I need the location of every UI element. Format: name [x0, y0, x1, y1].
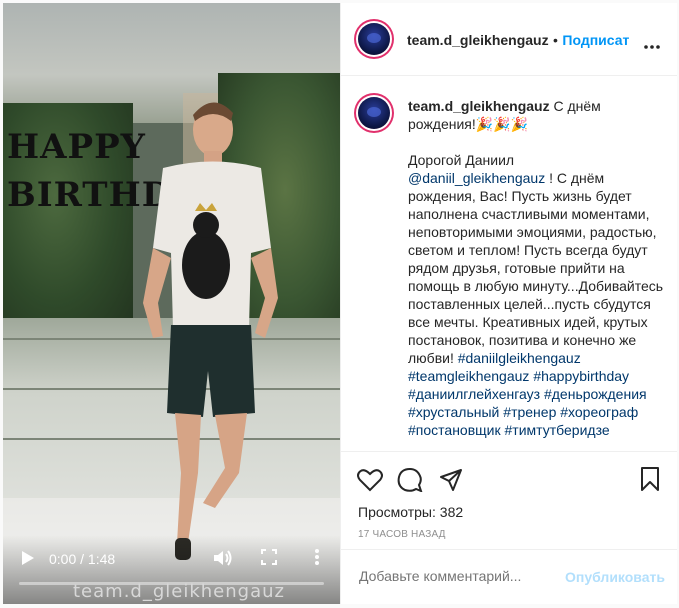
post-timestamp[interactable]: 17 ЧАСОВ НАЗАД: [358, 529, 446, 540]
hashtag-link[interactable]: #деньрождения: [544, 386, 647, 402]
actions-bar: Просмотры: 382 17 ЧАСОВ НАЗАД: [341, 451, 677, 540]
play-icon[interactable]: [21, 550, 35, 569]
hashtag-link[interactable]: #постановщик: [408, 422, 501, 438]
hashtag-link[interactable]: #хореограф: [560, 404, 638, 420]
caption-username[interactable]: team.d_gleikhengauz: [408, 98, 550, 114]
hashtag-link[interactable]: #daniilgleikhengauz: [458, 350, 581, 366]
comment-input[interactable]: [357, 567, 551, 585]
post-panel: team.d_gleikhengauz • Подписаться team.d…: [340, 3, 677, 604]
post-header: team.d_gleikhengauz • Подписаться: [341, 3, 677, 76]
video-player[interactable]: HAPPY BIRTHDAY 0:00 / 1:48 team.d_gleikh…: [3, 3, 340, 604]
avatar[interactable]: [358, 23, 390, 55]
person-figure: [143, 102, 278, 560]
hashtag-link[interactable]: #тренер: [503, 404, 556, 420]
heart-icon[interactable]: [357, 468, 383, 497]
hashtag-link[interactable]: #даниилглейхенгауз: [408, 386, 540, 402]
bookmark-icon[interactable]: [640, 467, 660, 496]
comment-mention[interactable]: @daniil_gleikhengauz: [408, 170, 545, 186]
header-username[interactable]: team.d_gleikhengauz: [407, 32, 549, 48]
caption-avatar[interactable]: [358, 97, 390, 129]
video-options-icon[interactable]: [315, 549, 319, 568]
comment-body: ! С днём рождения, Вас! Пусть жизнь буде…: [408, 170, 664, 366]
video-watermark: team.d_gleikhengauz: [73, 581, 285, 602]
hashtag-link[interactable]: #тимтутберидзе: [505, 422, 610, 438]
header-separator: •: [553, 32, 558, 48]
comment-greeting: Дорогой Даниил: [408, 152, 515, 168]
add-comment-bar: Опубликовать: [341, 549, 677, 605]
video-time: 0:00 / 1:48: [49, 551, 116, 567]
hashtag-link[interactable]: #хрустальный: [408, 404, 499, 420]
fullscreen-icon[interactable]: [261, 549, 277, 568]
follow-button[interactable]: Подписаться: [562, 32, 629, 48]
publish-button[interactable]: Опубликовать: [565, 569, 665, 585]
more-dots-icon[interactable]: [644, 36, 660, 54]
share-icon[interactable]: [439, 468, 463, 497]
hashtag-link[interactable]: #happybirthday: [533, 368, 629, 384]
comment-icon[interactable]: [397, 467, 423, 497]
hashtag-link[interactable]: #teamgleikhengauz: [408, 368, 529, 384]
volume-icon[interactable]: [213, 549, 233, 570]
caption-block: team.d_gleikhengauz С днём рождения!🎉🎉🎉 …: [408, 97, 664, 455]
views-count[interactable]: 382: [440, 504, 463, 520]
views-label: Просмотры:: [358, 504, 436, 520]
post-frame: HAPPY BIRTHDAY 0:00 / 1:48 team.d_gleikh…: [0, 0, 679, 608]
